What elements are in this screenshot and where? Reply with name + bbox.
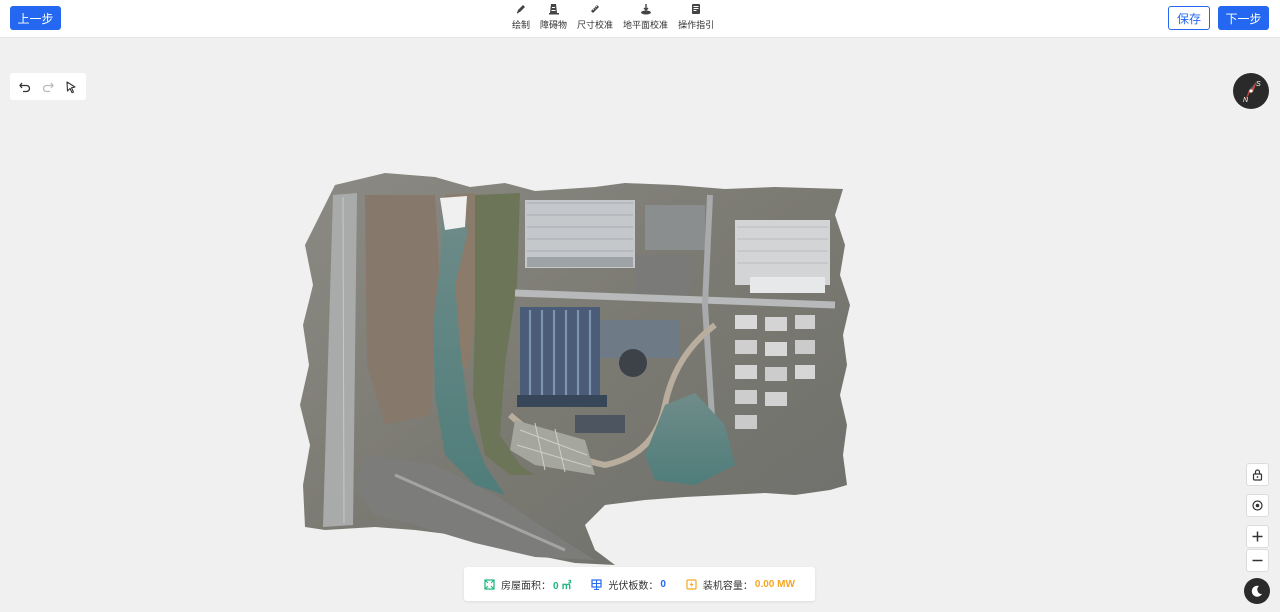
tool-group: 绘制 障碍物 尺寸校准 地平面校准 操作指引 [507,3,719,35]
previous-step-button[interactable]: 上一步 [10,6,61,30]
capacity-value: 0.00 MW [754,578,795,590]
parking-area [645,205,705,250]
minus-icon [1252,559,1263,562]
save-button[interactable]: 保存 [1168,6,1210,30]
guide-icon [692,4,701,14]
tool-guide[interactable]: 操作指引 [673,3,719,35]
ground-plane-icon [640,4,651,15]
stats-bar: 房屋面积： 0 ㎡ 光伏板数： 0 装机容量： 0.00 MW [464,567,815,601]
roof-area-stat: 房屋面积： 0 ㎡ [484,577,571,592]
top-toolbar: 上一步 绘制 障碍物 尺寸校准 地平面校准 操作指引 保存 下一步 [0,0,1280,38]
solar-roof-building [520,307,600,402]
warehouse-roof-east [735,220,830,285]
roof-area-value: 0 ㎡ [553,580,572,592]
redo-button[interactable] [40,79,56,95]
power-capacity-icon [686,578,697,590]
solar-panel-icon [591,578,602,590]
tool-size-calibration[interactable]: 尺寸校准 [572,3,618,35]
tool-draw-label: 绘制 [512,20,531,30]
compass[interactable]: S N [1233,73,1269,109]
tool-obstacle-label: 障碍物 [540,20,568,30]
night-mode-button[interactable] [1244,578,1270,604]
lock-icon [1252,469,1263,481]
lock-view-button[interactable] [1246,463,1269,486]
moon-icon [1251,585,1262,597]
area-icon [484,578,495,590]
warehouse-east-annex [750,277,825,293]
tool-obstacle[interactable]: 障碍物 [535,3,572,35]
capacity-stat: 装机容量： 0.00 MW [686,577,795,592]
compass-south-label: S [1256,81,1261,88]
select-button[interactable] [63,79,79,95]
small-office-block [575,415,625,433]
tool-draw[interactable]: 绘制 [507,3,535,35]
tool-ground-calibration[interactable]: 地平面校准 [618,3,673,35]
ruler-icon [591,5,600,13]
farmland-strip [365,195,440,425]
zoom-in-button[interactable] [1246,525,1269,548]
warehouse-facade [527,257,633,267]
panel-count-stat: 光伏板数： 0 [591,577,666,592]
office-building [635,255,690,295]
tool-ground-calibration-label: 地平面校准 [623,20,669,30]
redo-icon [42,82,54,92]
panel-count-label: 光伏板数： [608,580,659,592]
plus-icon [1252,531,1263,542]
tool-guide-label: 操作指引 [678,20,715,30]
undo-icon [19,82,31,92]
aerial-3d-model[interactable] [295,165,855,575]
zoom-out-button[interactable] [1246,549,1269,572]
compass-needle-icon: S N [1243,81,1261,104]
solar-building-facade [517,395,607,407]
undo-button[interactable] [17,79,33,95]
history-toolbar [10,73,86,100]
locate-button[interactable] [1246,494,1269,517]
roof-area-label: 房屋面积： [501,580,551,592]
pen-icon [516,5,525,14]
pointer-icon [66,80,76,93]
compass-north-label: N [1243,97,1249,104]
panel-count-value: 0 [660,578,666,590]
target-icon [1252,500,1263,511]
obstacle-icon [548,4,559,15]
next-step-button[interactable]: 下一步 [1218,6,1269,30]
tool-size-calibration-label: 尺寸校准 [577,20,614,30]
round-building [619,349,647,377]
capacity-label: 装机容量： [702,580,753,592]
